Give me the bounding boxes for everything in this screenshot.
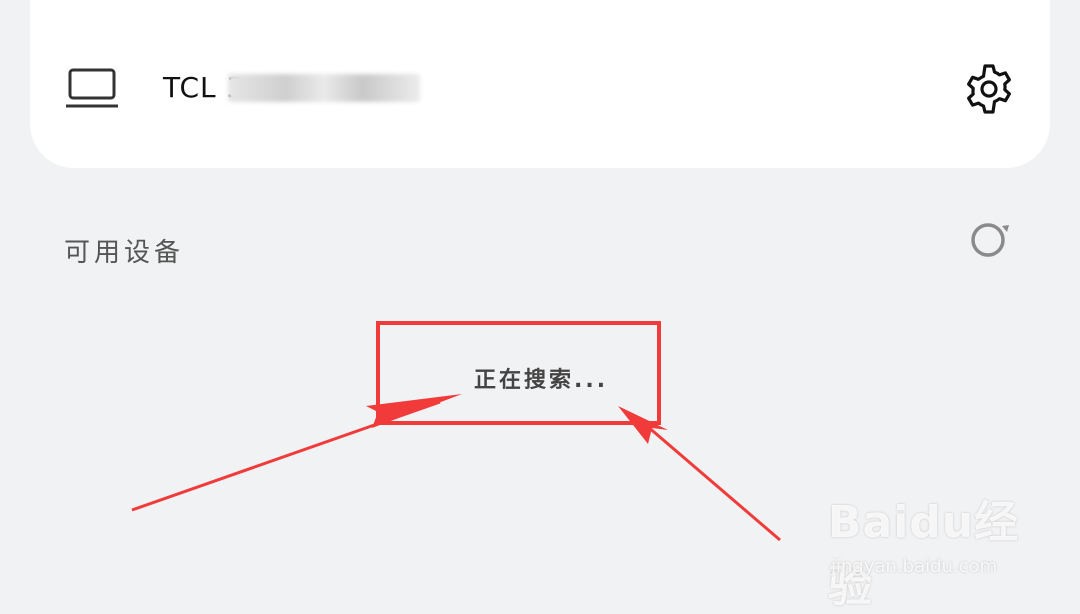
baidu-watermark: Baidu经验 jingyan.baidu.com (828, 486, 1028, 612)
redacted-text (228, 74, 420, 102)
annotation-arrow-right (618, 406, 781, 542)
watermark-brand: Baidu经验 (828, 497, 1020, 612)
paired-device-row[interactable]: TCL 3 (0, 50, 1080, 130)
annotation-box (376, 321, 661, 425)
gear-icon[interactable] (962, 62, 1016, 116)
watermark-url: jingyan.baidu.com (831, 556, 998, 577)
laptop-icon (66, 68, 118, 108)
available-devices-title: 可用设备 (64, 238, 185, 268)
refresh-icon[interactable] (968, 220, 1016, 260)
